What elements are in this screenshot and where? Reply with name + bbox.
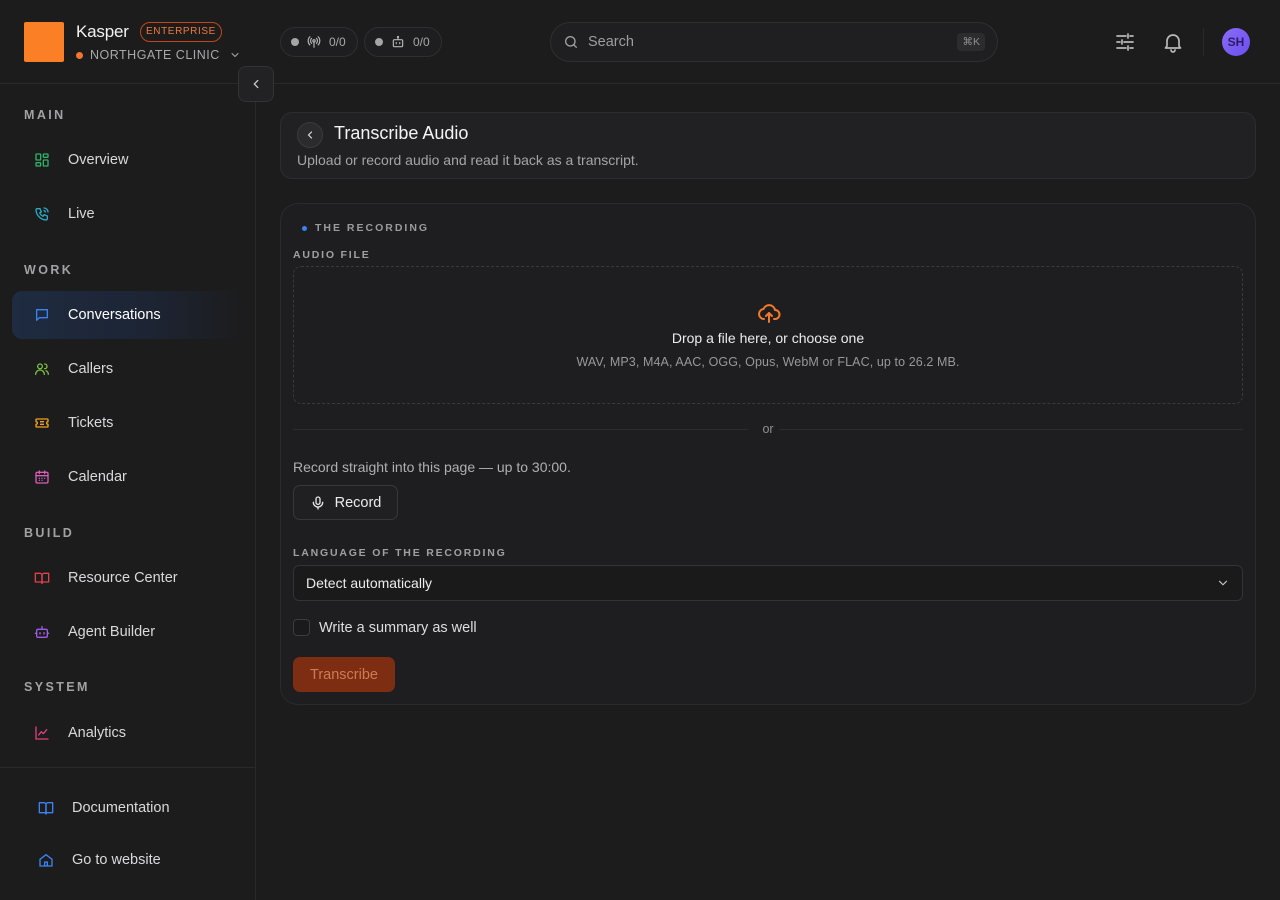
- sidebar-item-label: Calendar: [68, 469, 127, 485]
- search-shortcut: ⌘K: [957, 33, 985, 51]
- divider: [779, 429, 1243, 430]
- book-icon: [34, 570, 50, 586]
- brand-name: Kasper: [76, 22, 129, 41]
- sidebar-section-main: MAIN: [24, 108, 66, 122]
- section-heading: THE RECORDING: [302, 222, 429, 234]
- calendar-icon: [34, 469, 50, 485]
- phone-call-icon: [34, 206, 50, 222]
- sidebar-item-calendar[interactable]: Calendar: [12, 453, 244, 501]
- agents-counter[interactable]: 0/0: [364, 27, 442, 57]
- sidebar-item-tickets[interactable]: Tickets: [12, 399, 244, 447]
- sidebar-item-label: Documentation: [72, 800, 170, 816]
- sidebar-item-live[interactable]: Live: [12, 190, 244, 238]
- counter-value: 0/0: [329, 35, 346, 49]
- sliders-icon[interactable]: [1113, 30, 1137, 54]
- sidebar-item-label: Overview: [68, 152, 129, 168]
- top-bar: Kasper ENTERPRISE NORTHGATE CLINIC 0/0 0…: [0, 0, 1280, 84]
- sidebar: MAIN Overview Live WORK Conversations Ca…: [0, 84, 256, 900]
- sidebar-section-build: BUILD: [24, 526, 75, 540]
- sidebar-collapse-button[interactable]: [238, 66, 274, 102]
- chevron-down-icon: [1216, 576, 1230, 590]
- record-button[interactable]: Record: [293, 485, 398, 520]
- sidebar-item-website[interactable]: Go to website: [12, 836, 244, 884]
- sidebar-item-analytics[interactable]: Analytics: [12, 709, 244, 757]
- page-header: Transcribe Audio Upload or record audio …: [280, 112, 1256, 179]
- page-title: Transcribe Audio: [334, 123, 469, 143]
- sidebar-item-label: Conversations: [68, 307, 161, 323]
- home-icon: [38, 852, 54, 868]
- language-label: LANGUAGE OF THE RECORDING: [293, 547, 507, 559]
- chart-line-icon: [34, 725, 50, 741]
- search-icon: [563, 34, 579, 50]
- live-calls-counter[interactable]: 0/0: [280, 27, 358, 57]
- org-switcher[interactable]: NORTHGATE CLINIC: [76, 47, 241, 63]
- org-status-dot: [76, 51, 83, 59]
- counter-value: 0/0: [413, 35, 430, 49]
- record-hint: Record straight into this page — up to 3…: [293, 459, 571, 475]
- antenna-icon: [307, 35, 321, 49]
- chevron-left-icon: [249, 77, 263, 91]
- sidebar-item-label: Agent Builder: [68, 624, 156, 640]
- divider: [293, 429, 748, 430]
- audio-file-label: AUDIO FILE: [293, 249, 371, 261]
- chat-icon: [34, 307, 50, 323]
- dropzone-title: Drop a file here, or choose one: [671, 330, 865, 346]
- sidebar-divider: [0, 767, 255, 768]
- section-title: THE RECORDING: [315, 222, 430, 234]
- summary-option[interactable]: Write a summary as well: [293, 619, 477, 636]
- sidebar-item-label: Resource Center: [68, 570, 178, 586]
- sidebar-item-documentation[interactable]: Documentation: [12, 784, 244, 832]
- robot-icon: [34, 624, 50, 640]
- sidebar-item-conversations[interactable]: Conversations: [12, 291, 244, 339]
- search-input[interactable]: Search ⌘K: [550, 22, 998, 62]
- cloud-upload-icon: [757, 301, 781, 325]
- language-select[interactable]: Detect automatically: [293, 565, 1243, 601]
- back-button[interactable]: [297, 122, 323, 148]
- sidebar-item-resource-center[interactable]: Resource Center: [12, 554, 244, 602]
- sidebar-item-agent-builder[interactable]: Agent Builder: [12, 608, 244, 656]
- bell-icon[interactable]: [1161, 30, 1185, 54]
- chevron-left-icon: [304, 129, 316, 141]
- sidebar-item-label: Callers: [68, 361, 114, 377]
- microphone-icon: [310, 495, 326, 511]
- sidebar-item-label: Go to website: [72, 852, 161, 868]
- page-subtitle: Upload or record audio and read it back …: [297, 152, 639, 168]
- record-button-label: Record: [334, 494, 382, 511]
- chevron-down-icon: [229, 49, 241, 61]
- users-icon: [34, 361, 50, 377]
- dropzone-hint: WAV, MP3, M4A, AAC, OGG, Opus, WebM or F…: [576, 355, 960, 369]
- transcribe-button[interactable]: Transcribe: [293, 657, 395, 692]
- sidebar-item-callers[interactable]: Callers: [12, 345, 244, 393]
- divider: [1203, 28, 1204, 56]
- search-placeholder: Search: [588, 34, 634, 50]
- audio-dropzone[interactable]: Drop a file here, or choose one WAV, MP3…: [293, 266, 1243, 404]
- section-dot: [302, 225, 307, 231]
- sidebar-item-overview[interactable]: Overview: [12, 136, 244, 184]
- summary-label: Write a summary as well: [319, 619, 477, 636]
- robot-icon: [391, 35, 405, 49]
- brand-logo[interactable]: [24, 22, 64, 62]
- org-name: NORTHGATE CLINIC: [90, 48, 220, 62]
- status-dot: [291, 38, 299, 46]
- ticket-icon: [34, 415, 50, 431]
- sidebar-item-label: Live: [68, 206, 95, 222]
- sidebar-item-label: Analytics: [68, 725, 127, 741]
- avatar[interactable]: SH: [1222, 28, 1250, 56]
- transcribe-form: THE RECORDING AUDIO FILE Drop a file her…: [280, 203, 1256, 705]
- book-open-icon: [38, 800, 54, 816]
- sidebar-section-system: SYSTEM: [24, 680, 90, 694]
- grid-icon: [34, 152, 50, 168]
- plan-badge: ENTERPRISE: [140, 22, 222, 42]
- sidebar-section-work: WORK: [24, 263, 74, 277]
- summary-checkbox[interactable]: [293, 619, 310, 636]
- language-value: Detect automatically: [306, 575, 433, 591]
- status-dot: [375, 38, 383, 46]
- sidebar-item-label: Tickets: [68, 415, 114, 431]
